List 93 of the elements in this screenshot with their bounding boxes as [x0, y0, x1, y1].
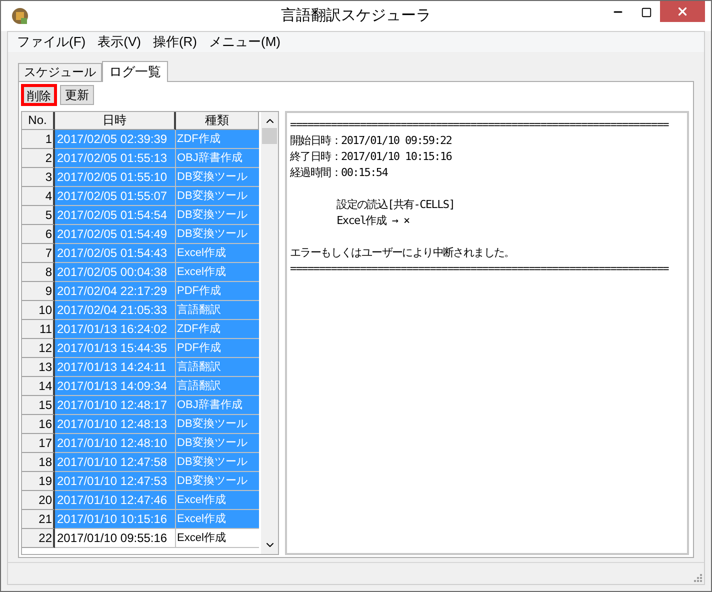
table-cell: DB変換ツール	[176, 187, 259, 206]
tab[interactable]: ログ一覧	[102, 61, 168, 82]
row-number: 5	[22, 206, 55, 225]
table-cell: 2017/02/05 01:55:10	[55, 168, 176, 187]
close-icon	[676, 5, 689, 18]
row-number: 15	[22, 396, 55, 415]
table-cell: 2017/02/05 01:55:07	[55, 187, 176, 206]
table-cell: OBJ辞書作成	[176, 149, 259, 168]
table-cell: 2017/02/04 21:05:33	[55, 301, 176, 320]
table-cell: DB変換ツール	[176, 434, 259, 453]
table-cell: 言語翻訳	[176, 358, 259, 377]
row-number: 12	[22, 339, 55, 358]
table-cell: 2017/02/04 22:17:29	[55, 282, 176, 301]
table-cell: PDF作成	[176, 339, 259, 358]
table-cell: 2017/01/10 09:55:16	[55, 529, 176, 548]
table-cell: DB変換ツール	[176, 415, 259, 434]
maximize-icon	[640, 6, 652, 18]
log-line: Excel作成 → ×	[336, 213, 410, 229]
menu-item[interactable]: メニュー(M)	[204, 32, 286, 52]
table-cell: 2017/02/05 02:39:39	[55, 130, 176, 149]
row-number: 1	[22, 130, 55, 149]
table-cell: DB変換ツール	[176, 453, 259, 472]
resize-grip-icon	[692, 572, 702, 582]
table-cell: 2017/01/13 15:44:35	[55, 339, 176, 358]
table-cell: Excel作成	[176, 510, 259, 529]
table-cell: 2017/01/13 16:24:02	[55, 320, 176, 339]
log-line: 開始日時：2017/01/10 09:59:22	[290, 133, 452, 149]
table-cell: PDF作成	[176, 282, 259, 301]
row-number: 9	[22, 282, 55, 301]
table-cell: 2017/01/10 12:47:58	[55, 453, 176, 472]
table-cell: 2017/01/10 12:48:17	[55, 396, 176, 415]
row-number: 18	[22, 453, 55, 472]
table-cell: 2017/02/05 01:54:54	[55, 206, 176, 225]
table-cell: Excel作成	[176, 491, 259, 510]
scroll-thumb[interactable]	[262, 128, 277, 144]
log-line: 経過時間：00:15:54	[290, 165, 388, 181]
log-line: 終了日時：2017/01/10 10:15:16	[290, 149, 452, 165]
table-cell: 2017/02/05 01:55:13	[55, 149, 176, 168]
table-cell: 2017/02/05 00:04:38	[55, 263, 176, 282]
table-cell: 2017/01/10 12:48:13	[55, 415, 176, 434]
row-number: 19	[22, 472, 55, 491]
row-number: 3	[22, 168, 55, 187]
column-header[interactable]: No.	[22, 112, 55, 130]
row-number: 22	[22, 529, 55, 548]
table-cell: 2017/01/10 10:15:16	[55, 510, 176, 529]
row-number: 14	[22, 377, 55, 396]
table-cell: 2017/01/13 14:09:34	[55, 377, 176, 396]
menu-item[interactable]: 表示(V)	[92, 32, 146, 52]
row-number: 2	[22, 149, 55, 168]
row-number: 8	[22, 263, 55, 282]
log-line: 設定の読込[共有-CELLS]	[336, 197, 455, 213]
table-cell: Excel作成	[176, 263, 259, 282]
row-number: 6	[22, 225, 55, 244]
row-number: 11	[22, 320, 55, 339]
scrollbar[interactable]	[261, 112, 278, 554]
log-line: エラーもしくはユーザーにより中断されました。	[290, 245, 514, 261]
table-cell: ZDF作成	[176, 130, 259, 149]
table-cell: DB変換ツール	[176, 168, 259, 187]
table-cell: 2017/01/10 12:47:46	[55, 491, 176, 510]
table-cell: 言語翻訳	[176, 301, 259, 320]
row-number: 17	[22, 434, 55, 453]
row-number: 21	[22, 510, 55, 529]
row-number: 20	[22, 491, 55, 510]
toolbar-button[interactable]: 削除	[21, 84, 57, 106]
table-cell: DB変換ツール	[176, 206, 259, 225]
close-button[interactable]	[660, 1, 705, 22]
column-header[interactable]: 日時	[55, 112, 176, 130]
table-cell: OBJ辞書作成	[176, 396, 259, 415]
table-cell: 2017/01/10 12:47:53	[55, 472, 176, 491]
row-number: 13	[22, 358, 55, 377]
toolbar-button[interactable]: 更新	[60, 85, 94, 105]
table-cell: 2017/01/10 12:48:10	[55, 434, 176, 453]
table-cell: DB変換ツール	[176, 472, 259, 491]
app-icon	[11, 7, 29, 25]
row-number: 7	[22, 244, 55, 263]
menu-item[interactable]: ファイル(F)	[12, 32, 91, 52]
window-title: 言語翻訳スケジューラ	[281, 6, 431, 26]
row-number: 16	[22, 415, 55, 434]
table-cell: 2017/01/13 14:24:11	[55, 358, 176, 377]
table-cell: ZDF作成	[176, 320, 259, 339]
tab[interactable]: スケジュール	[18, 63, 102, 81]
log-line: =================================================================	[290, 261, 668, 277]
table-cell: 言語翻訳	[176, 377, 259, 396]
table-cell: DB変換ツール	[176, 225, 259, 244]
row-number: 10	[22, 301, 55, 320]
table-cell: Excel作成	[176, 244, 259, 263]
menu-item[interactable]: 操作(R)	[148, 32, 202, 52]
row-number: 4	[22, 187, 55, 206]
table-cell: 2017/02/05 01:54:49	[55, 225, 176, 244]
table-cell: Excel作成	[176, 529, 259, 548]
log-line: =================================================================	[290, 117, 668, 133]
table-cell: 2017/02/05 01:54:43	[55, 244, 176, 263]
column-header[interactable]: 種類	[176, 112, 259, 130]
